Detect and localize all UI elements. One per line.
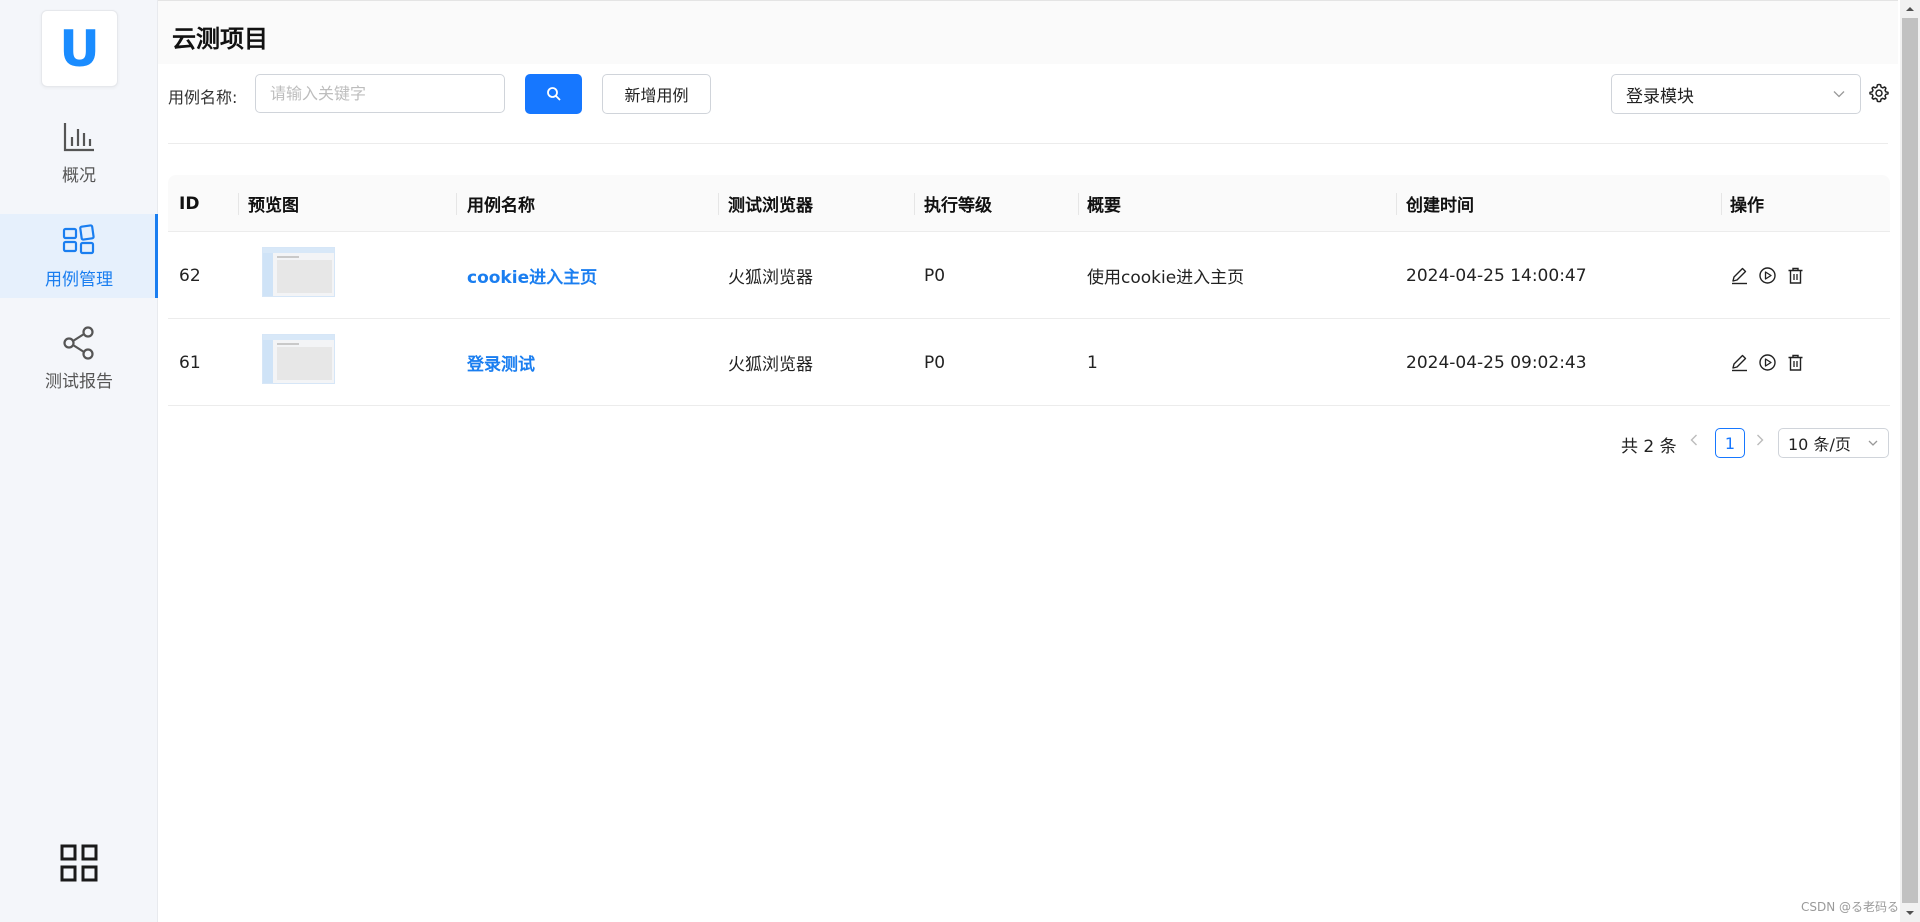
run-icon[interactable]: [1758, 266, 1777, 285]
cell-created: 2024-04-25 09:02:43: [1406, 352, 1587, 373]
sidebar: U 概况 用例管理 测试报告: [0, 0, 158, 922]
cell-summary: 使用cookie进入主页: [1087, 268, 1245, 288]
column-header-preview: 预览图: [248, 196, 299, 216]
sidebar-item-overview[interactable]: 概况: [0, 110, 158, 194]
delete-icon[interactable]: [1786, 353, 1805, 372]
column-header-actions: 操作: [1730, 196, 1764, 216]
column-header-id: ID: [179, 193, 200, 214]
layout-icon: [62, 223, 95, 254]
app-logo[interactable]: U: [41, 10, 118, 87]
gear-icon[interactable]: [1869, 83, 1889, 103]
chevron-left-icon: [1690, 434, 1697, 446]
column-header-level: 执行等级: [924, 196, 992, 216]
page-header: 云测项目: [158, 0, 1898, 64]
column-header-case-name: 用例名称: [467, 196, 535, 216]
apps-grid-icon[interactable]: [59, 843, 99, 883]
page-size-value: 10 条/页: [1788, 435, 1851, 454]
page-title: 云测项目: [172, 25, 268, 53]
table-header: ID 预览图 用例名称 测试浏览器 执行等级 概要 创建时间 操作: [168, 175, 1890, 232]
scroll-up-arrow-icon[interactable]: [1903, 2, 1917, 16]
column-header-summary: 概要: [1087, 196, 1121, 216]
module-select[interactable]: 登录模块: [1611, 74, 1861, 114]
sidebar-item-label: 测试报告: [45, 371, 113, 392]
sidebar-item-test-report[interactable]: 测试报告: [0, 316, 158, 400]
run-icon[interactable]: [1758, 353, 1777, 372]
column-separator: [1396, 193, 1397, 215]
delete-icon[interactable]: [1786, 266, 1805, 285]
column-separator: [238, 193, 239, 215]
column-separator: [1078, 193, 1079, 215]
pagination-page-current[interactable]: 1: [1715, 428, 1745, 458]
sidebar-item-label: 概况: [62, 165, 96, 186]
column-separator: [1721, 193, 1722, 215]
preview-thumbnail[interactable]: [262, 334, 335, 384]
case-name-link[interactable]: cookie进入主页: [467, 232, 597, 319]
cell-created: 2024-04-25 14:00:47: [1406, 265, 1587, 286]
preview-thumbnail[interactable]: [262, 247, 335, 297]
sidebar-item-case-management[interactable]: 用例管理: [0, 214, 158, 298]
sidebar-item-label: 用例管理: [45, 269, 113, 290]
search-input[interactable]: [255, 74, 505, 113]
table-row: 61 登录测试 火狐浏览器 P0 1 2024-04-25 09:02:43: [168, 319, 1890, 406]
column-header-created: 创建时间: [1406, 196, 1474, 216]
edit-icon[interactable]: [1730, 266, 1749, 285]
share-icon: [63, 325, 94, 360]
cell-id: 62: [179, 265, 201, 286]
page-size-select[interactable]: 10 条/页: [1778, 428, 1889, 458]
case-table: ID 预览图 用例名称 测试浏览器 执行等级 概要 创建时间 操作 62 coo…: [168, 175, 1890, 406]
cell-summary: 1: [1087, 352, 1098, 373]
chevron-down-icon: [1833, 91, 1845, 98]
pagination-next[interactable]: [1754, 432, 1766, 452]
column-separator: [914, 193, 915, 215]
toolbar-divider: [168, 143, 1888, 144]
row-actions: [1730, 232, 1805, 319]
cell-browser: 火狐浏览器: [728, 355, 813, 375]
search-button[interactable]: [525, 74, 582, 114]
pagination-prev[interactable]: [1688, 432, 1700, 452]
row-actions: [1730, 319, 1805, 406]
app: U 概况 用例管理 测试报告 云测项目 用例名称: 请输入关键字 新增用例 登录…: [0, 0, 1920, 922]
case-name-link[interactable]: 登录测试: [467, 319, 535, 406]
column-separator: [456, 193, 457, 215]
table-row: 62 cookie进入主页 火狐浏览器 P0 使用cookie进入主页 2024…: [168, 232, 1890, 319]
column-separator: [718, 193, 719, 215]
watermark: CSDN @る老码る: [1801, 900, 1900, 914]
scroll-down-arrow-icon[interactable]: [1903, 906, 1917, 920]
case-name-label: 用例名称:: [168, 88, 238, 107]
cell-browser: 火狐浏览器: [728, 268, 813, 288]
cell-id: 61: [179, 352, 201, 373]
logo-letter: U: [59, 19, 100, 78]
scrollbar-thumb[interactable]: [1902, 18, 1918, 903]
chevron-right-icon: [1757, 434, 1764, 446]
chevron-down-icon: [1868, 440, 1878, 446]
column-header-browser: 测试浏览器: [728, 196, 813, 216]
cell-level: P0: [924, 352, 946, 373]
cell-level: P0: [924, 265, 946, 286]
module-select-value: 登录模块: [1626, 86, 1694, 107]
bar-chart-icon: [63, 122, 94, 151]
search-icon: [546, 87, 561, 101]
add-case-button[interactable]: 新增用例: [602, 74, 711, 114]
edit-icon[interactable]: [1730, 353, 1749, 372]
pagination-total: 共 2 条: [1621, 437, 1677, 457]
